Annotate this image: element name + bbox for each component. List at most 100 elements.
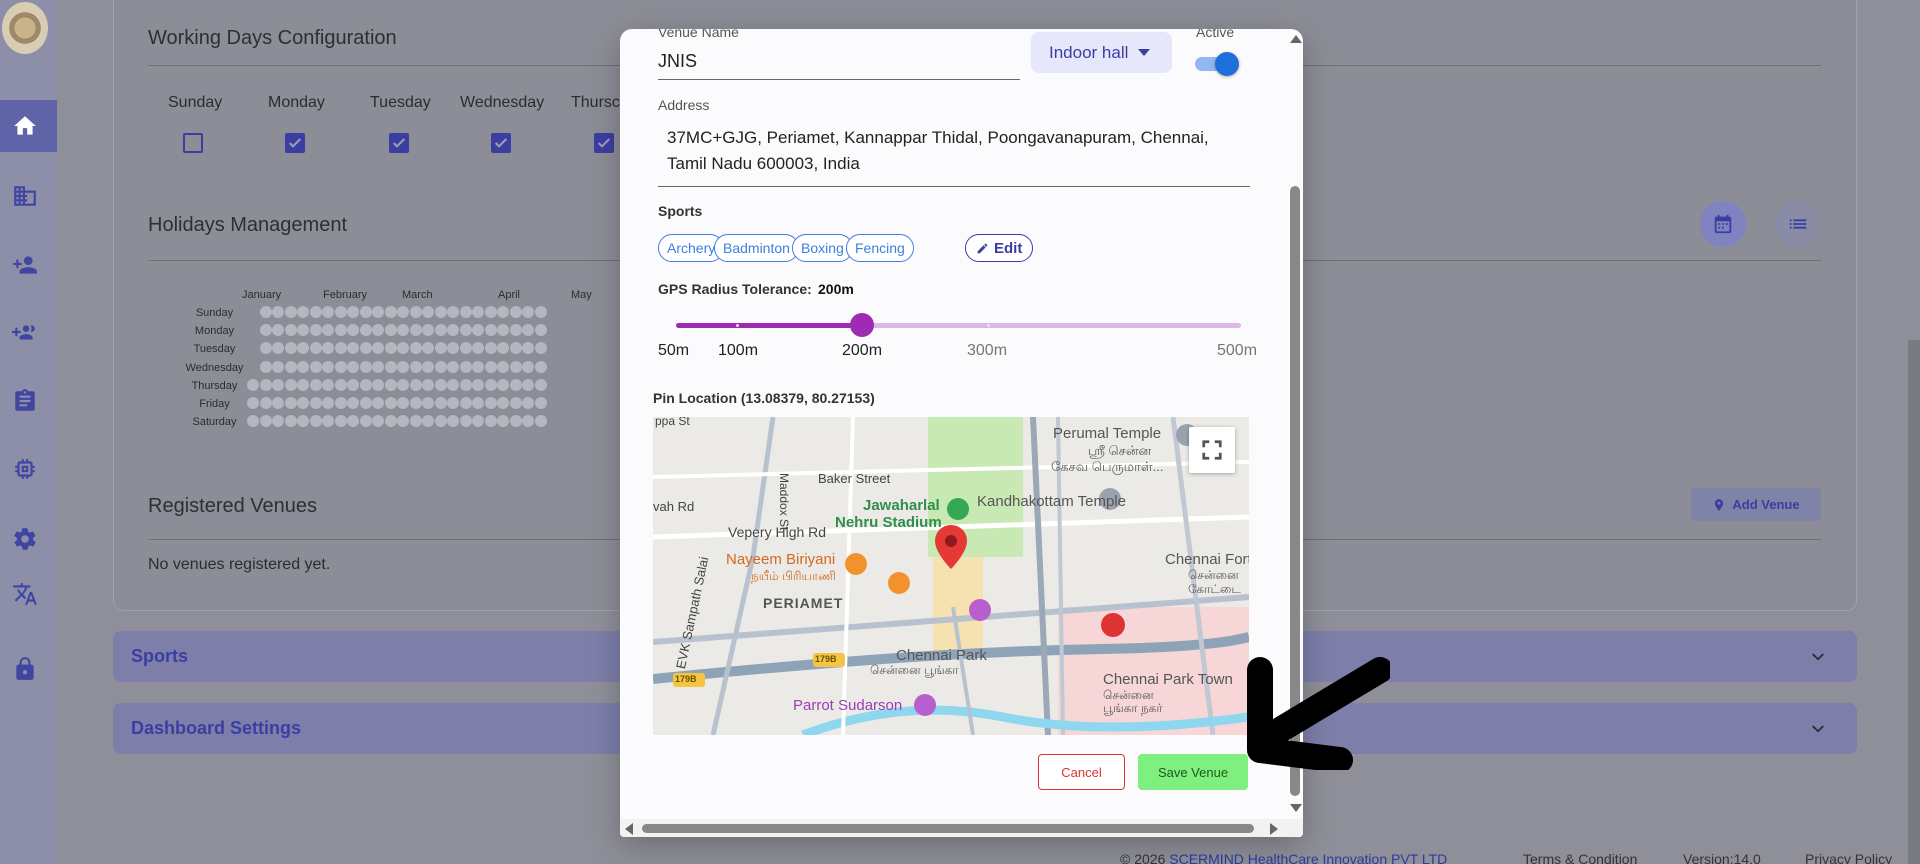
calendar-day-cell[interactable] [347,397,359,409]
calendar-day-cell[interactable] [384,415,397,428]
calendar-day-cell[interactable] [372,342,384,355]
calendar-day-cell[interactable] [309,360,322,373]
calendar-day-cell[interactable] [297,378,309,391]
calendar-day-cell[interactable] [309,342,322,355]
calendar-day-cell[interactable] [434,324,447,337]
calendar-day-cell[interactable] [284,378,297,391]
calendar-day-cell[interactable] [259,342,272,355]
map-pin-marker[interactable] [935,525,967,569]
calendar-day-cell[interactable] [259,324,272,337]
calendar-day-cell[interactable] [272,360,284,373]
calendar-day-cell[interactable] [434,397,447,409]
calendar-day-cell[interactable] [484,360,497,373]
calendar-day-cell[interactable] [522,342,534,355]
calendar-day-cell[interactable] [347,324,359,337]
calendar-day-cell[interactable] [459,397,472,409]
edit-sports-button[interactable]: Edit [965,234,1034,262]
calendar-day-cell[interactable] [247,397,259,409]
calendar-day-cell[interactable] [397,342,409,355]
calendar-day-cell[interactable] [497,324,509,337]
calendar-day-cell[interactable] [372,378,384,391]
calendar-day-cell[interactable] [434,378,447,391]
calendar-day-cell[interactable] [484,397,497,409]
privacy-link[interactable]: Privacy Policy [1805,851,1892,864]
location-map[interactable]: Perumal Temple ஸ்ரீ சென்ன கேசவ பெருமாள்.… [653,417,1249,735]
calendar-day-cell[interactable] [259,378,272,391]
calendar-day-cell[interactable] [372,306,384,318]
calendar-day-cell[interactable] [534,324,547,337]
calendar-day-cell[interactable] [359,378,372,391]
calendar-day-cell[interactable] [334,306,347,318]
calendar-day-cell[interactable] [322,378,334,391]
calendar-day-cell[interactable] [422,342,434,355]
calendar-day-cell[interactable] [372,397,384,409]
calendar-day-cell[interactable] [309,306,322,318]
sport-chip[interactable]: Fencing [846,234,914,262]
calendar-day-cell[interactable] [347,360,359,373]
calendar-day-cell[interactable] [297,306,309,318]
calendar-day-cell[interactable] [409,324,422,337]
calendar-day-cell[interactable] [447,415,459,428]
calendar-day-cell[interactable] [359,415,372,428]
fullscreen-button[interactable] [1189,427,1235,473]
calendar-day-cell[interactable] [384,397,397,409]
calendar-day-cell[interactable] [509,397,522,409]
page-scrollbar[interactable] [1908,340,1920,864]
calendar-day-cell[interactable] [422,324,434,337]
calendar-day-cell[interactable] [384,378,397,391]
calendar-day-cell[interactable] [397,415,409,428]
calendar-day-cell[interactable] [534,360,547,373]
calendar-day-cell[interactable] [522,360,534,373]
venue-type-select[interactable]: Indoor hall [1031,32,1172,73]
calendar-day-cell[interactable] [409,415,422,428]
scroll-left-arrow[interactable] [625,823,633,835]
calendar-day-cell[interactable] [347,342,359,355]
active-toggle[interactable] [1195,52,1239,76]
calendar-day-cell[interactable] [472,306,484,318]
calendar-day-cell[interactable] [359,324,372,337]
calendar-day-cell[interactable] [359,397,372,409]
calendar-day-cell[interactable] [459,360,472,373]
calendar-day-cell[interactable] [484,342,497,355]
calendar-day-cell[interactable] [347,306,359,318]
calendar-day-cell[interactable] [247,361,259,373]
calendar-day-cell[interactable] [309,324,322,337]
calendar-day-cell[interactable] [384,360,397,373]
calendar-day-cell[interactable] [309,415,322,428]
calendar-day-cell[interactable] [334,415,347,428]
sidebar-home[interactable] [0,100,57,152]
calendar-day-cell[interactable] [472,324,484,337]
calendar-day-cell[interactable] [309,378,322,391]
day-checkbox[interactable] [594,133,614,153]
calendar-day-cell[interactable] [284,360,297,373]
calendar-day-cell[interactable] [422,415,434,428]
calendar-day-cell[interactable] [272,397,284,409]
calendar-day-cell[interactable] [372,360,384,373]
calendar-day-cell[interactable] [459,378,472,391]
calendar-day-cell[interactable] [497,415,509,428]
calendar-day-cell[interactable] [284,342,297,355]
calendar-day-cell[interactable] [272,324,284,337]
calendar-day-cell[interactable] [409,378,422,391]
calendar-day-cell[interactable] [334,342,347,355]
calendar-day-cell[interactable] [434,306,447,318]
calendar-day-cell[interactable] [334,360,347,373]
calendar-day-cell[interactable] [309,397,322,409]
calendar-day-cell[interactable] [422,378,434,391]
scroll-down-arrow[interactable] [1290,804,1302,812]
calendar-day-cell[interactable] [247,415,259,428]
calendar-day-cell[interactable] [322,415,334,428]
calendar-day-cell[interactable] [322,306,334,318]
sport-chip[interactable]: Boxing [792,234,853,262]
calendar-day-cell[interactable] [497,397,509,409]
calendar-day-cell[interactable] [359,360,372,373]
calendar-day-cell[interactable] [509,306,522,318]
calendar-day-cell[interactable] [409,397,422,409]
calendar-day-cell[interactable] [297,360,309,373]
calendar-day-cell[interactable] [422,360,434,373]
calendar-day-cell[interactable] [272,306,284,318]
holiday-calendar-heatmap[interactable] [247,306,614,431]
gps-slider-thumb[interactable] [850,313,874,337]
calendar-day-cell[interactable] [522,306,534,318]
calendar-day-cell[interactable] [409,360,422,373]
